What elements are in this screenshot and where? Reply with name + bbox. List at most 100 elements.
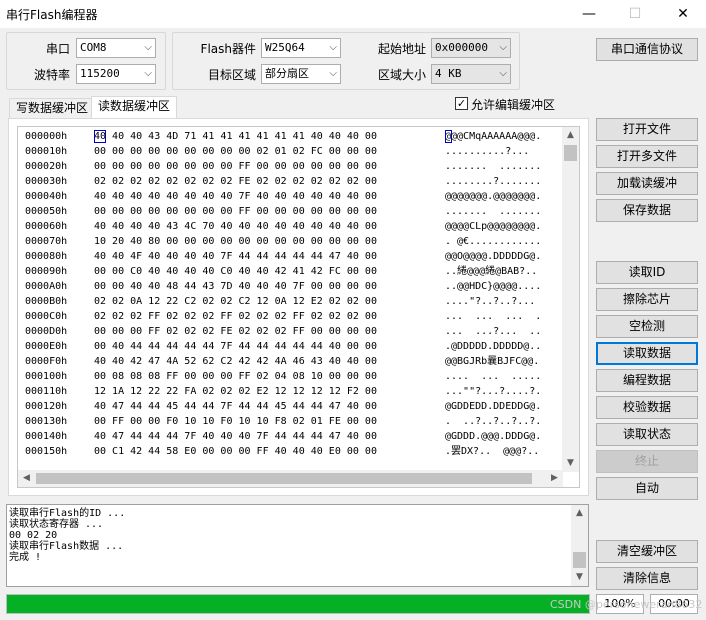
hex-ascii[interactable]: ...."?..?..?... (445, 294, 535, 309)
serial-protocol-button[interactable]: 串口通信协议 (596, 38, 698, 61)
clear-info-button[interactable]: 清除信息 (596, 567, 698, 590)
hex-ascii[interactable]: @@@@CLp@@@@@@@@. (445, 219, 541, 234)
tab-write-buffer[interactable]: 写数据缓冲区 (9, 98, 96, 119)
open-multiple-files-button[interactable]: 打开多文件 (596, 145, 698, 168)
hex-bytes[interactable]: 00 FF 00 00 F0 10 10 F0 10 10 F8 02 01 F… (94, 414, 377, 429)
hex-addr: 000060h (25, 221, 68, 232)
log-line: 完成 ! (9, 552, 42, 563)
hex-ascii[interactable]: .罢DX?.. @@@?.. (445, 444, 539, 459)
hex-bytes[interactable]: 00 00 00 00 00 00 00 00 FF 00 00 00 00 0… (94, 204, 377, 219)
log-scrollbar[interactable]: ▲ ▼ (571, 505, 588, 586)
scroll-left-icon[interactable]: ◀ (18, 470, 35, 487)
maximize-button[interactable]: ☐ (612, 0, 658, 28)
hex-ascii[interactable]: ..綣@@@綣@BAB?.. (445, 264, 537, 279)
hex-bytes[interactable]: 10 20 40 80 00 00 00 00 00 00 00 00 00 0… (94, 234, 377, 249)
auto-button[interactable]: 自动 (596, 477, 698, 500)
hex-ascii[interactable]: ....... ....... (445, 159, 541, 174)
scroll-down-icon[interactable]: ▼ (562, 455, 579, 472)
hex-ascii[interactable]: ...""?...?....?. (445, 384, 541, 399)
hex-bytes[interactable]: 40 47 44 44 44 7F 40 40 40 7F 44 44 44 4… (94, 429, 377, 444)
hex-bytes[interactable]: 40 40 40 43 4D 71 41 41 41 41 41 41 40 4… (94, 129, 377, 144)
port-label: 串口 (45, 42, 70, 56)
read-id-button[interactable]: 读取ID (596, 261, 698, 284)
hex-bytes[interactable]: 00 00 C0 40 40 40 40 C0 40 40 42 41 42 F… (94, 264, 377, 279)
hex-bytes[interactable]: 40 40 40 40 43 4C 70 40 40 40 40 40 40 4… (94, 219, 377, 234)
device-select[interactable]: W25Q64 ⌵ (261, 38, 341, 58)
hex-ascii[interactable]: .@DDDDD.DDDDD@.. (445, 339, 541, 354)
log-line: 读取串行Flash的ID ... (9, 508, 126, 519)
hex-addr: 000100h (25, 371, 68, 382)
start-address-select[interactable]: 0x000000 ⌵ (431, 38, 511, 58)
vertical-scroll-thumb[interactable] (564, 145, 577, 161)
hex-bytes[interactable]: 12 1A 12 22 22 FA 02 02 02 E2 12 12 12 1… (94, 384, 377, 399)
close-button[interactable]: ✕ (660, 0, 706, 28)
horizontal-scrollbar[interactable]: ◀ ▶ (18, 470, 563, 487)
hex-bytes[interactable]: 40 40 40 40 40 40 40 40 7F 40 40 40 40 4… (94, 189, 377, 204)
hex-bytes[interactable]: 00 00 40 40 48 44 43 7D 40 40 40 7F 00 0… (94, 279, 377, 294)
vertical-scrollbar[interactable]: ▲ ▼ (562, 127, 579, 472)
hex-addr: 0000B0h (25, 296, 68, 307)
hex-ascii[interactable]: . ..?..?..?..?. (445, 414, 541, 429)
hex-bytes[interactable]: 00 00 00 00 00 00 00 00 00 02 01 02 FC 0… (94, 144, 377, 159)
load-read-buffer-button[interactable]: 加载读缓冲 (596, 172, 698, 195)
allow-edit-checkbox[interactable]: ✓ (455, 97, 468, 110)
baud-label: 波特率 (33, 68, 70, 82)
port-value: COM8 (80, 41, 107, 54)
hex-bytes[interactable]: 00 00 00 00 00 00 00 00 FF 00 00 00 00 0… (94, 159, 377, 174)
hex-ascii[interactable]: ..@@HDC}@@@@.... (445, 279, 541, 294)
hex-ascii[interactable]: ... ... ... . (445, 309, 541, 324)
hex-ascii[interactable]: @@@CMqAAAAAA@@@. (445, 129, 541, 144)
minimize-button[interactable]: — (566, 0, 612, 28)
hex-bytes[interactable]: 02 02 0A 12 22 C2 02 02 C2 12 0A 12 E2 0… (94, 294, 377, 309)
hex-addr: 000090h (25, 266, 68, 277)
hex-ascii[interactable]: @@@@@@@.@@@@@@@. (445, 189, 541, 204)
hex-ascii[interactable]: ..........?... (445, 144, 529, 159)
chevron-down-icon: ⌵ (499, 68, 507, 79)
message-log[interactable]: 读取串行Flash的ID ... 读取状态寄存器 ... 00 02 20 读取… (6, 504, 589, 587)
baud-select[interactable]: 115200 ⌵ (76, 64, 156, 84)
hex-bytes[interactable]: 02 02 02 02 02 02 02 02 FE 02 02 02 02 0… (94, 174, 377, 189)
log-scroll-thumb[interactable] (573, 552, 586, 568)
hex-editor[interactable]: 000000h 40 40 40 43 4D 71 41 41 41 41 41 … (17, 126, 580, 488)
hex-ascii[interactable]: ... ...?... .. (445, 324, 541, 339)
hex-ascii[interactable]: ....... ....... (445, 204, 541, 219)
scroll-right-icon[interactable]: ▶ (546, 470, 563, 487)
hex-bytes[interactable]: 40 47 44 44 45 44 44 7F 44 44 45 44 44 4… (94, 399, 377, 414)
tab-read-buffer[interactable]: 读数据缓冲区 (91, 96, 178, 119)
target-select[interactable]: 部分扇区 ⌵ (261, 64, 341, 84)
hex-ascii[interactable]: @@O@@@@.DDDDDG@. (445, 249, 541, 264)
hex-ascii[interactable]: ........?....... (445, 174, 541, 189)
window-title: 串行Flash编程器 (6, 8, 98, 22)
hex-bytes[interactable]: 00 00 00 FF 02 02 02 FE 02 02 02 FF 00 0… (94, 324, 377, 339)
hex-ascii[interactable]: .... ... ..... (445, 369, 541, 384)
hex-bytes[interactable]: 40 40 4F 40 40 40 40 7F 44 44 44 44 44 4… (94, 249, 377, 264)
hex-bytes[interactable]: 00 C1 42 44 58 E0 00 00 00 FF 40 40 40 E… (94, 444, 377, 459)
hex-addr: 000110h (25, 386, 68, 397)
hex-addr: 000030h (25, 176, 68, 187)
clear-buffer-button[interactable]: 清空缓冲区 (596, 540, 698, 563)
hex-addr: 000080h (25, 251, 68, 262)
program-data-button[interactable]: 编程数据 (596, 369, 698, 392)
read-status-button[interactable]: 读取状态 (596, 423, 698, 446)
horizontal-scroll-thumb[interactable] (36, 473, 532, 484)
stop-button[interactable]: 终止 (596, 450, 698, 473)
hex-bytes[interactable]: 00 08 08 08 FF 00 00 00 FF 02 04 08 10 0… (94, 369, 377, 384)
hex-bytes[interactable]: 40 40 42 47 4A 52 62 C2 42 42 4A 46 43 4… (94, 354, 377, 369)
blank-check-button[interactable]: 空检测 (596, 315, 698, 338)
read-data-button[interactable]: 读取数据 (596, 342, 698, 365)
scroll-up-icon[interactable]: ▲ (562, 127, 579, 144)
port-select[interactable]: COM8 ⌵ (76, 38, 156, 58)
hex-ascii[interactable]: . @€............ (445, 234, 541, 249)
hex-bytes[interactable]: 02 02 02 FF 02 02 02 FF 02 02 02 FF 02 0… (94, 309, 377, 324)
hex-bytes[interactable]: 00 40 44 44 44 44 44 7F 44 44 44 44 44 4… (94, 339, 377, 354)
erase-chip-button[interactable]: 擦除芯片 (596, 288, 698, 311)
scroll-down-icon[interactable]: ▼ (571, 569, 588, 586)
open-file-button[interactable]: 打开文件 (596, 118, 698, 141)
hex-ascii[interactable]: @GDDEDD.DDEDDG@. (445, 399, 541, 414)
verify-data-button[interactable]: 校验数据 (596, 396, 698, 419)
save-data-button[interactable]: 保存数据 (596, 199, 698, 222)
scroll-up-icon[interactable]: ▲ (571, 505, 588, 522)
hex-ascii[interactable]: @@BGJRb曩BJFC@@. (445, 354, 539, 369)
hex-ascii[interactable]: @GDDD.@@@.DDDG@. (445, 429, 541, 444)
region-size-select[interactable]: 4 KB ⌵ (431, 64, 511, 84)
